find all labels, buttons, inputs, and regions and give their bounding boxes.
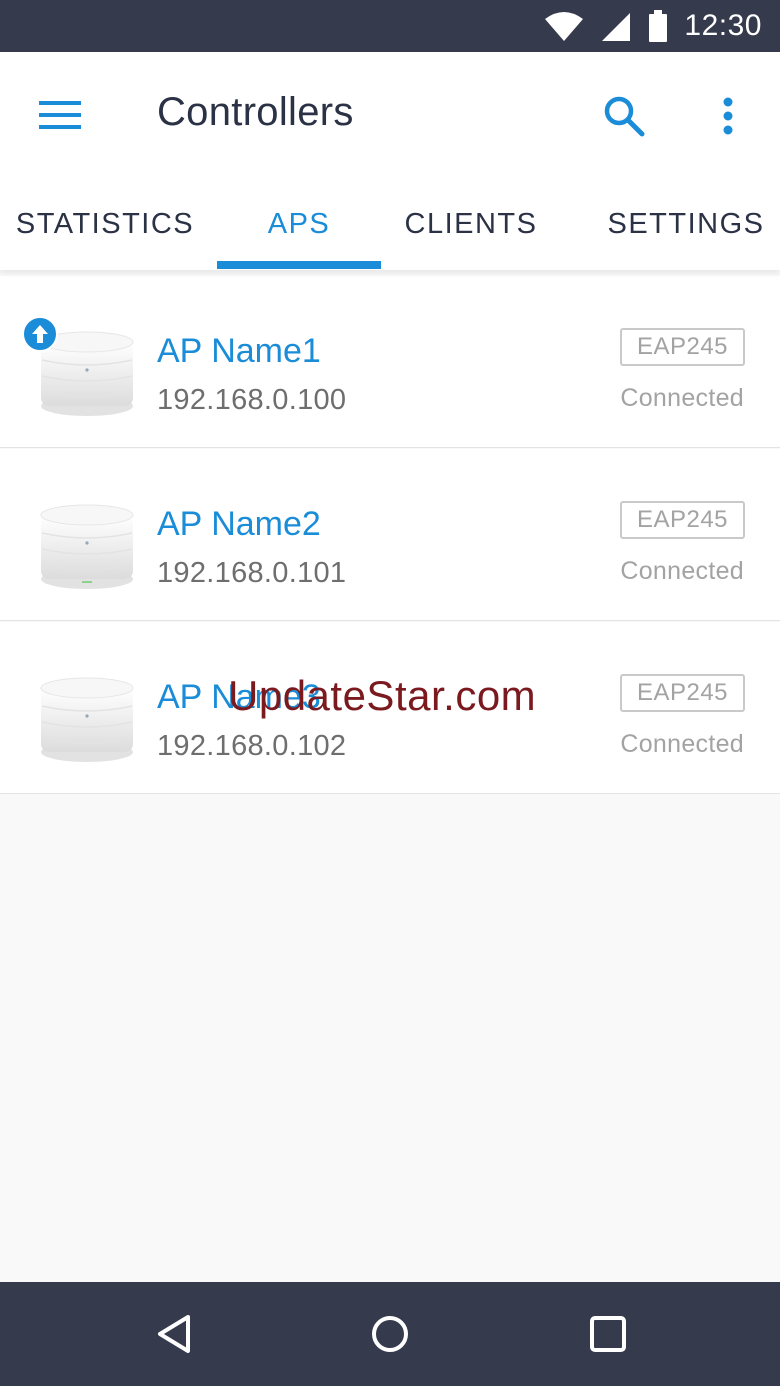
ap-list-item[interactable]: AP Name2 192.168.0.101 EAP245 Connected — [0, 449, 780, 621]
status-bar: 12:30 — [0, 0, 780, 52]
home-icon — [372, 1316, 408, 1352]
app-bar: Controllers STATISTICS APS CLIENTS SETTI… — [0, 52, 780, 270]
hamburger-menu-icon — [39, 101, 81, 129]
recents-icon — [590, 1316, 626, 1352]
watermark-text: UpdateStar.com — [228, 672, 537, 719]
ap-name: AP Name1 — [157, 332, 321, 370]
ap-connection-status: Connected — [620, 730, 744, 758]
ap-ip-address: 192.168.0.101 — [157, 557, 347, 589]
home-button[interactable] — [360, 1304, 420, 1364]
back-icon — [158, 1315, 190, 1353]
more-options-button[interactable] — [704, 88, 752, 144]
ap-ip-address: 192.168.0.100 — [157, 384, 347, 416]
tab-bar: STATISTICS APS CLIENTS SETTINGS — [0, 178, 780, 270]
access-point-device-icon — [40, 504, 134, 589]
cellular-signal-icon — [602, 13, 631, 41]
page-title: Controllers — [157, 90, 354, 134]
access-point-device-icon — [40, 677, 134, 762]
upgrade-available-badge — [22, 316, 58, 352]
battery-icon — [649, 10, 668, 42]
back-button[interactable] — [144, 1304, 204, 1364]
ap-connection-status: Connected — [620, 384, 744, 412]
ap-connection-status: Connected — [620, 557, 744, 585]
search-button[interactable] — [596, 88, 652, 144]
tab-aps[interactable]: APS — [217, 178, 381, 270]
ap-model-badge: EAP245 — [620, 674, 745, 712]
toolbar: Controllers — [0, 52, 780, 178]
ap-name: AP Name2 — [157, 505, 321, 543]
arrow-up-icon — [32, 325, 48, 343]
system-navigation-bar — [0, 1282, 780, 1386]
wifi-icon — [545, 12, 584, 41]
status-time: 12:30 — [684, 9, 762, 42]
ap-model-badge: EAP245 — [620, 328, 745, 366]
search-icon — [604, 96, 645, 137]
tab-settings[interactable]: SETTINGS — [596, 178, 776, 270]
ap-model-badge: EAP245 — [620, 501, 745, 539]
more-vertical-icon — [723, 97, 733, 135]
recents-button[interactable] — [578, 1304, 638, 1364]
tab-statistics[interactable]: STATISTICS — [0, 178, 210, 270]
menu-button[interactable] — [30, 90, 90, 140]
ap-list-item[interactable]: AP Name1 192.168.0.100 EAP245 Connected — [0, 276, 780, 448]
tab-clients[interactable]: CLIENTS — [390, 178, 552, 270]
active-tab-indicator — [217, 261, 381, 269]
ap-ip-address: 192.168.0.102 — [157, 730, 347, 762]
